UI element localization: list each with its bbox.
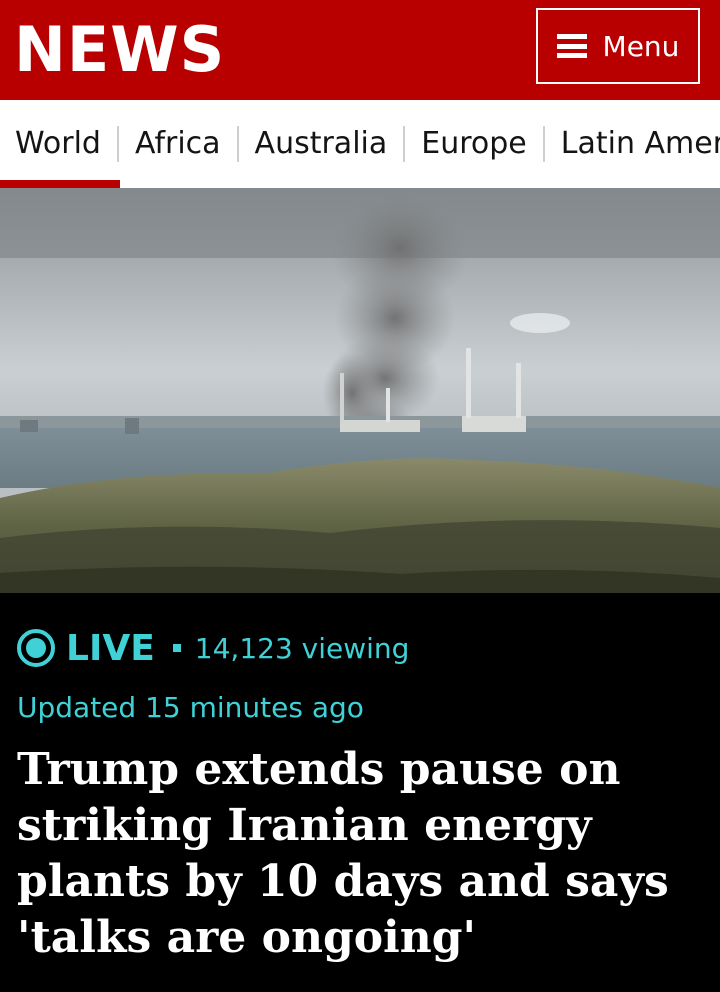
- hero-image[interactable]: [0, 188, 720, 593]
- nav-item-world[interactable]: World: [15, 126, 117, 162]
- live-status-row: LIVE 14,123 viewing: [16, 626, 409, 670]
- hamburger-icon: [556, 34, 587, 58]
- live-label: LIVE: [66, 627, 155, 669]
- nav-item-europe[interactable]: Europe: [403, 126, 543, 162]
- news-logo[interactable]: NEWS: [14, 10, 225, 90]
- active-nav-indicator: [0, 180, 120, 188]
- menu-label: Menu: [602, 29, 680, 63]
- hero-photo: [0, 188, 720, 593]
- separator-dot: [172, 644, 181, 652]
- updated-timestamp: Updated 15 minutes ago: [17, 691, 364, 724]
- article-headline[interactable]: Trump extends pause on striking Iranian …: [17, 742, 707, 966]
- site-header: NEWS Menu: [0, 0, 720, 100]
- menu-button[interactable]: Menu: [536, 8, 700, 84]
- viewer-count: 14,123 viewing: [194, 631, 410, 665]
- live-icon: [17, 629, 55, 667]
- section-nav: World Africa Australia Europe Latin Amer…: [0, 100, 720, 188]
- nav-item-latin-america[interactable]: Latin America: [542, 126, 720, 162]
- nav-item-africa[interactable]: Africa: [116, 126, 237, 162]
- nav-item-australia[interactable]: Australia: [236, 126, 404, 162]
